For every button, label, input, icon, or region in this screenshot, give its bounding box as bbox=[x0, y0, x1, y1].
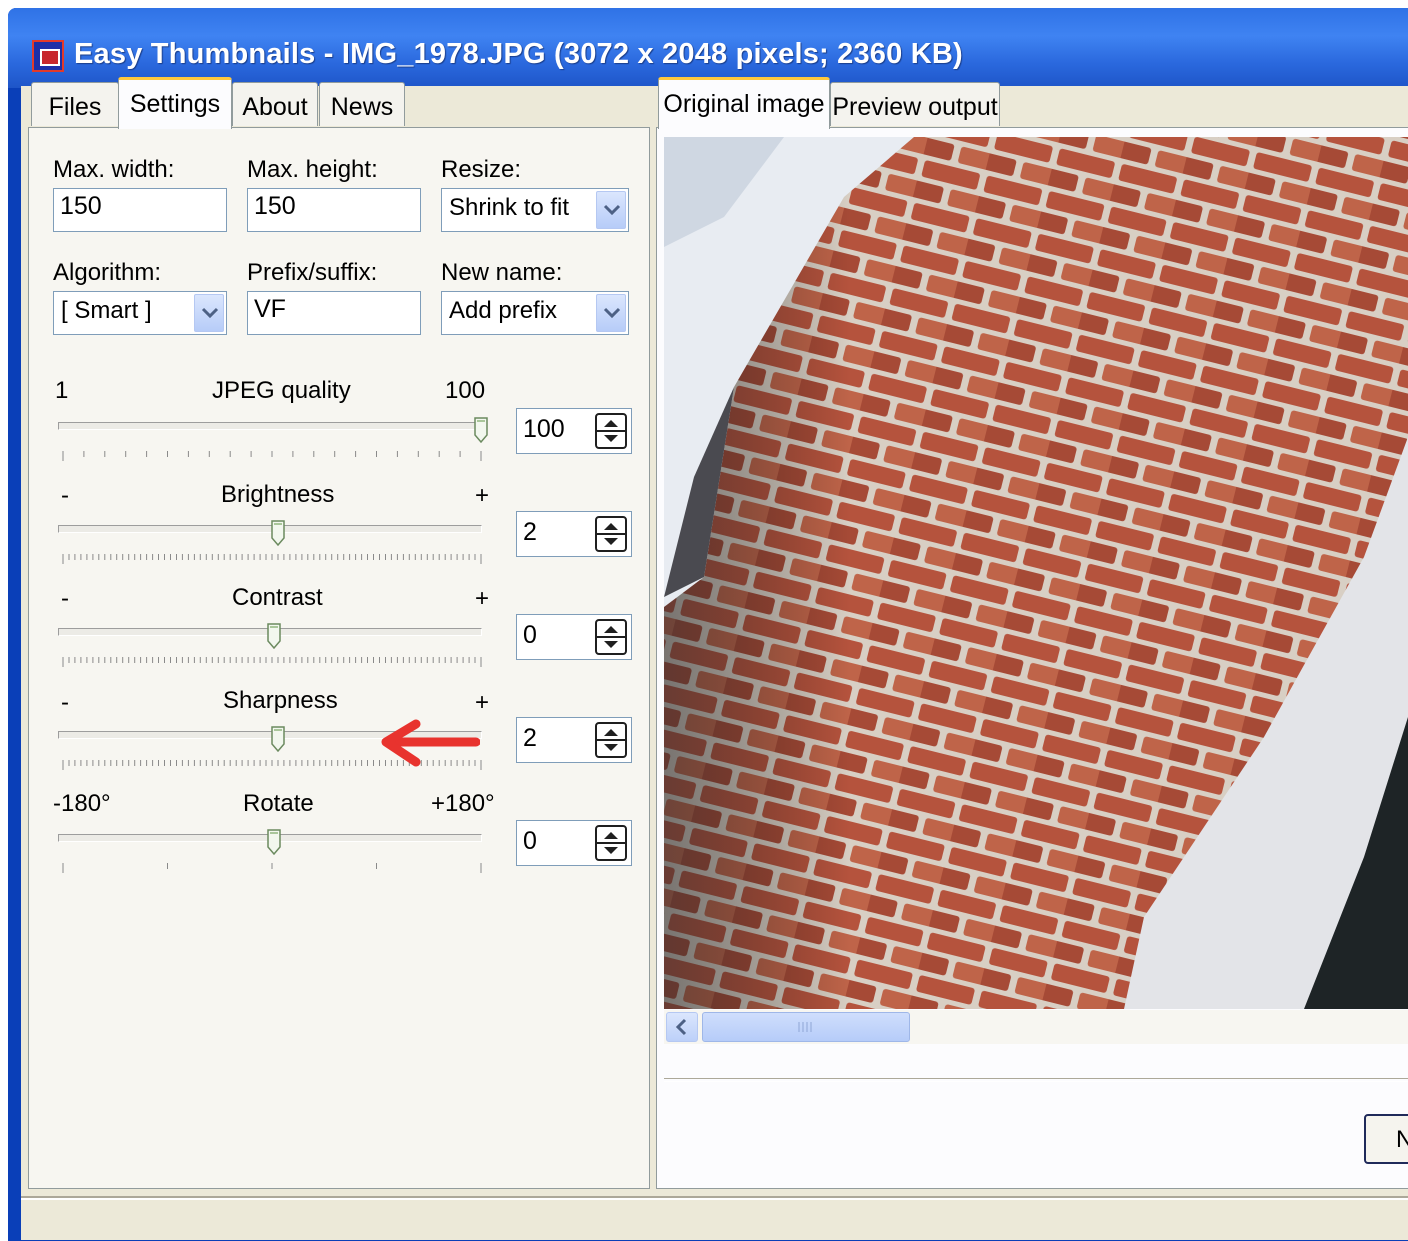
max-height-input[interactable]: 150 bbox=[247, 188, 421, 232]
tab-about-label: About bbox=[242, 93, 308, 121]
algorithm-select[interactable]: [ Smart ] bbox=[53, 291, 227, 335]
tab-settings[interactable]: Settings bbox=[118, 77, 232, 129]
prefix-suffix-label: Prefix/suffix: bbox=[247, 259, 378, 286]
resize-select-value: Shrink to fit bbox=[449, 194, 570, 221]
partial-button[interactable]: N bbox=[1364, 1114, 1408, 1164]
contrast-min-label: - bbox=[61, 585, 69, 612]
tab-news-label: News bbox=[330, 93, 394, 121]
resize-label: Resize: bbox=[441, 156, 522, 183]
jpeg-min-label: 1 bbox=[55, 377, 69, 404]
tab-preview-output[interactable]: Preview output bbox=[830, 82, 1000, 126]
tab-original-image[interactable]: Original image bbox=[658, 77, 830, 129]
chevron-down-icon[interactable] bbox=[596, 294, 626, 332]
brick-wall-photo bbox=[664, 137, 1408, 1009]
tab-settings-label: Settings bbox=[129, 90, 221, 118]
tab-files-label: Files bbox=[48, 93, 102, 121]
app-icon bbox=[32, 40, 64, 72]
contrast-label: Contrast bbox=[232, 584, 323, 611]
sharpness-max-label: + bbox=[475, 689, 490, 716]
rotate-min-label: -180° bbox=[53, 790, 111, 817]
brightness-min-label: - bbox=[61, 482, 69, 509]
algorithm-select-value: [ Smart ] bbox=[61, 297, 152, 324]
window-title: Easy Thumbnails - IMG_1978.JPG (3072 x 2… bbox=[74, 38, 963, 70]
resize-select[interactable]: Shrink to fit bbox=[441, 188, 629, 232]
rotate-label: Rotate bbox=[243, 790, 314, 817]
tab-news[interactable]: News bbox=[319, 82, 405, 126]
scroll-left-icon[interactable] bbox=[666, 1012, 698, 1042]
chevron-down-icon[interactable] bbox=[596, 191, 626, 229]
jpeg-quality-value: 100 bbox=[523, 415, 565, 443]
rotate-ticks bbox=[62, 860, 482, 873]
max-width-input[interactable]: 150 bbox=[53, 188, 227, 232]
chevron-down-icon[interactable] bbox=[194, 294, 224, 332]
spin-updown-icon[interactable] bbox=[595, 825, 627, 861]
algorithm-label: Algorithm: bbox=[53, 259, 162, 286]
scrollbar-thumb[interactable] bbox=[702, 1012, 910, 1042]
new-name-select-value: Add prefix bbox=[449, 297, 558, 324]
contrast-spinner[interactable]: 0 bbox=[516, 614, 632, 660]
tab-original-image-label: Original image bbox=[663, 90, 825, 118]
prefix-suffix-input[interactable]: VF bbox=[247, 291, 421, 335]
separator-line bbox=[664, 1078, 1408, 1082]
original-image-preview bbox=[664, 137, 1408, 1009]
red-arrow-annotation-icon bbox=[381, 719, 480, 767]
new-name-select[interactable]: Add prefix bbox=[441, 291, 629, 335]
spin-updown-icon[interactable] bbox=[595, 516, 627, 552]
sharpness-value: 2 bbox=[523, 724, 537, 752]
partial-button-label: N bbox=[1396, 1126, 1408, 1153]
sharpness-min-label: - bbox=[61, 689, 69, 716]
jpeg-quality-slider-thumb[interactable] bbox=[474, 417, 488, 444]
brightness-max-label: + bbox=[475, 482, 490, 509]
sharpness-label: Sharpness bbox=[223, 687, 338, 714]
contrast-ticks bbox=[62, 654, 482, 667]
brightness-slider-thumb[interactable] bbox=[271, 520, 285, 547]
spin-updown-icon[interactable] bbox=[595, 619, 627, 655]
max-width-label: Max. width: bbox=[53, 156, 175, 183]
brightness-slider[interactable] bbox=[58, 525, 482, 533]
jpeg-max-label: 100 bbox=[445, 377, 486, 404]
jpeg-quality-label: JPEG quality bbox=[212, 377, 351, 404]
contrast-value: 0 bbox=[523, 621, 537, 649]
spin-updown-icon[interactable] bbox=[595, 413, 627, 449]
brightness-spinner[interactable]: 2 bbox=[516, 511, 632, 557]
new-name-label: New name: bbox=[441, 259, 563, 286]
title-bar[interactable]: Easy Thumbnails - IMG_1978.JPG (3072 x 2… bbox=[8, 8, 1408, 88]
max-height-label: Max. height: bbox=[247, 156, 378, 183]
jpeg-quality-spinner[interactable]: 100 bbox=[516, 408, 632, 454]
contrast-max-label: + bbox=[475, 585, 490, 612]
spin-updown-icon[interactable] bbox=[595, 722, 627, 758]
sharpness-slider-thumb[interactable] bbox=[271, 726, 285, 753]
tab-files[interactable]: Files bbox=[31, 82, 119, 126]
brightness-ticks bbox=[62, 551, 482, 564]
horizontal-scrollbar[interactable] bbox=[664, 1010, 1408, 1044]
jpeg-quality-slider[interactable] bbox=[58, 422, 482, 430]
sharpness-spinner[interactable]: 2 bbox=[516, 717, 632, 763]
tab-preview-output-label: Preview output bbox=[832, 93, 998, 121]
contrast-slider-thumb[interactable] bbox=[267, 623, 281, 650]
jpeg-quality-ticks bbox=[62, 448, 482, 461]
brightness-label: Brightness bbox=[221, 481, 335, 508]
rotate-value: 0 bbox=[523, 827, 537, 855]
rotate-spinner[interactable]: 0 bbox=[516, 820, 632, 866]
tab-about[interactable]: About bbox=[232, 82, 318, 126]
brightness-value: 2 bbox=[523, 518, 537, 546]
rotate-slider-thumb[interactable] bbox=[267, 829, 281, 856]
status-bar bbox=[21, 1198, 1408, 1240]
rotate-max-label: +180° bbox=[431, 790, 495, 817]
